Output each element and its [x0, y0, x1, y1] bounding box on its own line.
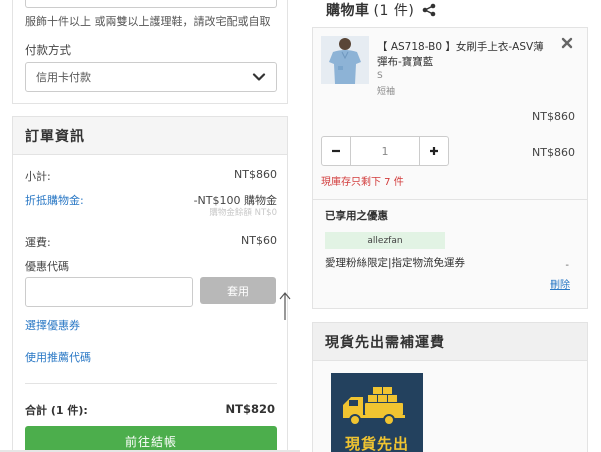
promo-tag: allezfan	[325, 232, 445, 249]
truck-icon	[343, 387, 405, 426]
increase-button[interactable]	[420, 137, 448, 165]
decrease-button[interactable]	[322, 137, 350, 165]
minus-icon	[332, 149, 340, 153]
divider	[25, 383, 277, 384]
shipping-label: 運費:	[25, 236, 51, 249]
payment-method-label: 付款方式	[25, 43, 71, 57]
choose-coupon-link[interactable]: 選擇優惠券	[25, 317, 80, 333]
product-name[interactable]: 【 AS718-B0 】女刷手上衣-ASV薄彈布-寶寶藍	[377, 40, 553, 70]
shipping-value: NT$60	[241, 234, 277, 247]
promo-description: 愛理粉絲限定|指定物流免運券	[325, 257, 466, 269]
credit-balance: 購物金餘額 NT$0	[209, 208, 277, 218]
coupon-label: 優惠代碼	[25, 260, 69, 273]
credit-row: 折抵購物金: -NT$100 購物金 購物金餘額 NT$0	[25, 192, 277, 222]
used-promotions-label: 已享用之優惠	[325, 210, 388, 222]
product-size: S	[377, 71, 383, 81]
arrow-up-icon	[279, 292, 291, 320]
apply-coupon-button[interactable]: 套用	[200, 277, 276, 304]
close-icon[interactable]	[561, 37, 573, 49]
quantity-stepper: 1	[321, 136, 449, 166]
shipping-note: 服飾十件以上 或兩雙以上護理鞋，請改宅配或自取	[25, 15, 271, 28]
product-image	[321, 36, 369, 84]
payment-section: 服飾十件以上 或兩雙以上護理鞋，請改宅配或自取 付款方式 信用卡付款	[12, 0, 288, 104]
cart-heading: 購物車 (1 件)	[326, 0, 436, 20]
cart-title: 購物車	[326, 3, 370, 19]
referral-code-link[interactable]: 使用推薦代碼	[25, 349, 91, 365]
promo-amount: -	[565, 260, 569, 271]
payment-method-select[interactable]: 信用卡付款	[25, 62, 277, 92]
credit-label[interactable]: 折抵購物金:	[25, 192, 84, 208]
shipping-notice-panel: 現貨先出需補運費 現貨先出	[312, 322, 588, 452]
subtotal-value: NT$860	[234, 168, 277, 181]
checkout-button[interactable]: 前往結帳	[25, 426, 277, 452]
previous-field[interactable]	[25, 0, 277, 8]
shipping-notice-image: 現貨先出	[331, 373, 423, 452]
total-value: NT$820	[225, 402, 275, 416]
cart-count: (1 件)	[373, 3, 415, 19]
order-info-panel: 訂單資訊 小計: NT$860 折抵購物金: -NT$100 購物金 購物金餘額…	[12, 116, 291, 452]
product-sleeve: 短袖	[377, 87, 396, 97]
quantity-value[interactable]: 1	[350, 137, 420, 165]
total-label: 合計 (1 件):	[25, 404, 88, 417]
coupon-input[interactable]	[25, 277, 193, 307]
unit-price: NT$860	[532, 110, 575, 123]
stock-warning: 現庫存只剩下 7 件	[321, 177, 404, 188]
shipping-notice-title: 現貨先出需補運費	[313, 323, 587, 361]
line-price: NT$860	[532, 146, 575, 159]
chevron-down-icon	[252, 73, 266, 81]
shipping-notice-image-text: 現貨先出	[344, 435, 409, 452]
payment-method-value: 信用卡付款	[36, 71, 91, 84]
delete-promo-link[interactable]: 刪除	[550, 276, 570, 291]
cart-item-card: 【 AS718-B0 】女刷手上衣-ASV薄彈布-寶寶藍 S 短袖 NT$860…	[312, 27, 588, 309]
subtotal-label: 小計:	[25, 170, 51, 183]
plus-icon	[430, 147, 438, 155]
divider	[313, 199, 587, 200]
product-thumbnail[interactable]	[321, 36, 369, 84]
share-icon[interactable]	[422, 3, 436, 17]
order-info-title: 訂單資訊	[13, 117, 287, 155]
